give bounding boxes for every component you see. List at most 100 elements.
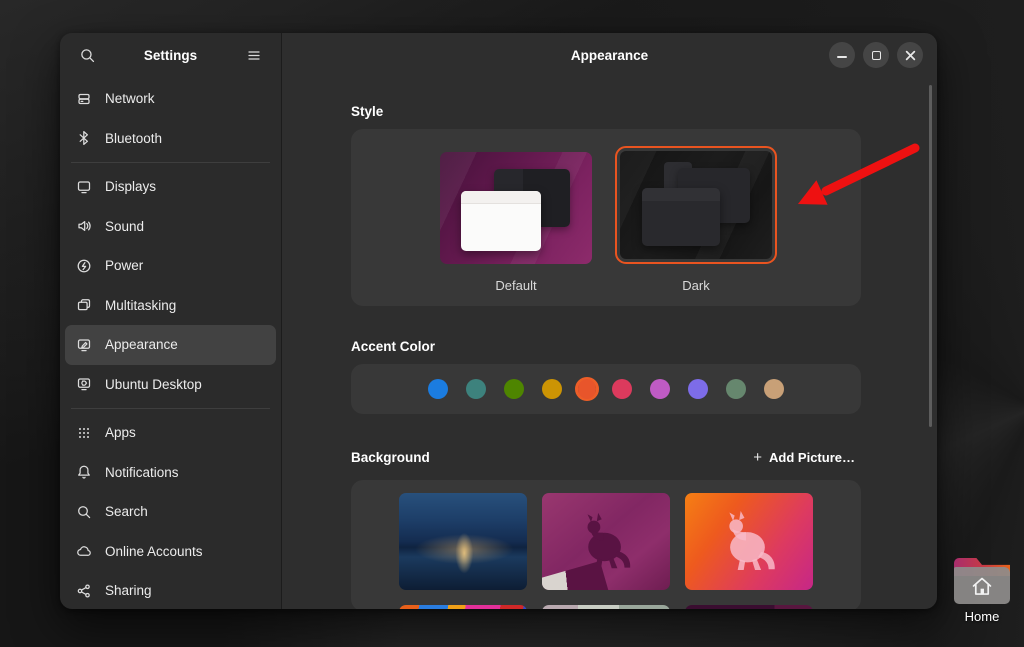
online-accounts-icon xyxy=(76,543,92,559)
background-section-header: Background + Add Picture… xyxy=(351,445,861,470)
background-card xyxy=(351,480,861,609)
home-folder-label: Home xyxy=(950,609,1014,624)
accent-swatch-magenta[interactable] xyxy=(650,379,670,399)
sidebar-item-online-accounts[interactable]: Online Accounts xyxy=(65,532,276,572)
sidebar-item-label: Network xyxy=(105,91,155,106)
sidebar-separator xyxy=(71,162,270,163)
sidebar-item-sharing[interactable]: Sharing xyxy=(65,571,276,609)
sidebar-nav: Network Bluetooth Displays Sound Po xyxy=(60,77,281,609)
accent-section-title: Accent Color xyxy=(351,339,861,354)
sound-icon xyxy=(76,218,92,234)
notifications-icon xyxy=(76,464,92,480)
home-folder-launcher[interactable]: Home xyxy=(950,558,1014,624)
sidebar-item-multitasking[interactable]: Multitasking xyxy=(65,286,276,326)
background-row xyxy=(351,493,861,590)
network-icon xyxy=(76,91,92,107)
sidebar-item-label: Appearance xyxy=(105,337,178,352)
sidebar-item-label: Sharing xyxy=(105,583,152,598)
style-dark-thumbnail[interactable] xyxy=(620,151,772,259)
sidebar-item-power[interactable]: Power xyxy=(65,246,276,286)
plus-icon: + xyxy=(753,449,762,466)
sidebar-item-displays[interactable]: Displays xyxy=(65,167,276,207)
style-option-dark[interactable]: Dark xyxy=(611,129,781,306)
search-icon xyxy=(76,504,92,520)
sidebar-item-label: Power xyxy=(105,258,143,273)
style-card: Default Dark xyxy=(351,129,861,306)
page-title: Appearance xyxy=(571,48,648,63)
sidebar-item-label: Search xyxy=(105,504,148,519)
add-picture-button[interactable]: + Add Picture… xyxy=(747,445,861,470)
sidebar-item-label: Online Accounts xyxy=(105,544,203,559)
preview-front-window xyxy=(461,191,541,251)
sidebar-item-label: Multitasking xyxy=(105,298,176,313)
search-button[interactable] xyxy=(72,40,102,70)
accent-swatch-yellow[interactable] xyxy=(542,379,562,399)
maximize-button[interactable] xyxy=(863,42,889,68)
sidebar-item-label: Ubuntu Desktop xyxy=(105,377,202,392)
minimize-button[interactable] xyxy=(829,42,855,68)
background-thumbnail-dark[interactable] xyxy=(685,605,813,609)
style-option-label: Default xyxy=(495,278,536,293)
background-thumbnail-night-beach[interactable] xyxy=(399,493,527,590)
accent-swatch-red[interactable] xyxy=(612,379,632,399)
background-section-title: Background xyxy=(351,450,430,465)
accent-swatch-blue[interactable] xyxy=(428,379,448,399)
sidebar-item-label: Sound xyxy=(105,219,144,234)
sidebar-item-appearance[interactable]: Appearance xyxy=(65,325,276,365)
sidebar-item-notifications[interactable]: Notifications xyxy=(65,453,276,493)
home-folder-icon xyxy=(954,558,1010,604)
close-button[interactable] xyxy=(897,42,923,68)
hamburger-menu-icon xyxy=(246,47,262,63)
kangaroo-silhouette-icon xyxy=(569,510,643,574)
sidebar-item-label: Displays xyxy=(105,179,156,194)
close-icon xyxy=(905,50,916,61)
background-row xyxy=(351,605,861,609)
sidebar-item-network[interactable]: Network xyxy=(65,79,276,119)
style-default-thumbnail[interactable] xyxy=(440,152,592,264)
background-thumbnail-abstract[interactable] xyxy=(399,605,527,609)
minimize-icon xyxy=(837,56,847,58)
maximize-icon xyxy=(872,51,881,60)
background-thumbnail-orange-kangaroo[interactable] xyxy=(685,493,813,590)
sidebar-separator xyxy=(71,408,270,409)
sidebar-item-bluetooth[interactable]: Bluetooth xyxy=(65,119,276,159)
background-thumbnail-purple-kangaroo[interactable] xyxy=(542,493,670,590)
content-pane: Appearance Style xyxy=(282,33,937,609)
search-icon xyxy=(79,47,96,64)
background-thumbnail-light[interactable] xyxy=(542,605,670,609)
accent-swatch-sage[interactable] xyxy=(726,379,746,399)
sidebar-item-label: Bluetooth xyxy=(105,131,162,146)
style-section-title: Style xyxy=(351,104,861,119)
scrollbar-thumb[interactable] xyxy=(929,85,932,427)
appearance-icon xyxy=(76,337,92,353)
accent-swatch-teal[interactable] xyxy=(466,379,486,399)
add-picture-label: Add Picture… xyxy=(769,450,855,465)
sidebar-item-apps[interactable]: Apps xyxy=(65,413,276,453)
house-icon xyxy=(969,574,995,598)
sidebar-item-label: Apps xyxy=(105,425,136,440)
sidebar-item-search[interactable]: Search xyxy=(65,492,276,532)
accent-color-card xyxy=(351,364,861,414)
sidebar-item-sound[interactable]: Sound xyxy=(65,207,276,247)
sidebar-header: Settings xyxy=(60,33,281,77)
accent-swatch-tan[interactable] xyxy=(764,379,784,399)
bluetooth-icon xyxy=(76,130,92,146)
accent-swatch-green[interactable] xyxy=(504,379,524,399)
accent-swatch-purple[interactable] xyxy=(688,379,708,399)
desktop: Settings Network Bluetooth Displays xyxy=(0,0,1024,647)
style-option-label: Dark xyxy=(682,278,709,293)
accent-swatch-selected-ring xyxy=(575,377,599,401)
sharing-icon xyxy=(76,583,92,599)
appearance-page: Style Default xyxy=(351,104,861,609)
ubuntu-desktop-icon xyxy=(76,376,92,392)
style-option-default[interactable]: Default xyxy=(431,129,601,306)
headerbar: Appearance xyxy=(282,33,937,77)
accent-swatch-orange-selected[interactable] xyxy=(578,379,596,399)
sidebar-item-ubuntu-desktop[interactable]: Ubuntu Desktop xyxy=(65,365,276,405)
sidebar: Settings Network Bluetooth Displays xyxy=(60,33,282,609)
folder-body xyxy=(954,567,1010,604)
sidebar-item-label: Notifications xyxy=(105,465,179,480)
kangaroo-silhouette-icon xyxy=(710,508,788,576)
menu-button[interactable] xyxy=(239,40,269,70)
power-icon xyxy=(76,258,92,274)
